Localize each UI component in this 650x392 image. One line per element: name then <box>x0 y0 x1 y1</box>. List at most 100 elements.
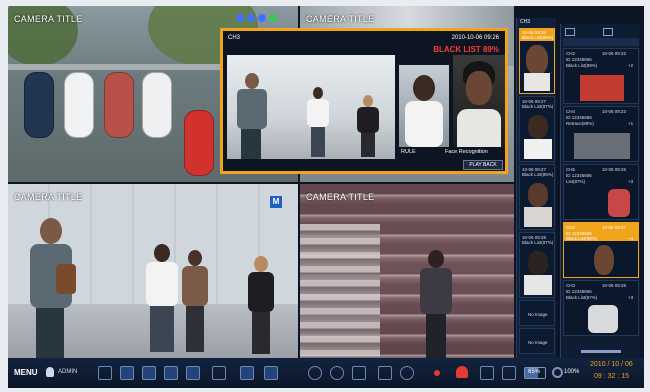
person <box>418 250 454 358</box>
person <box>307 87 329 157</box>
detection-list: CH3 10-06 09:26 Black List(89%) 10-06 09… <box>516 18 556 358</box>
network-icon[interactable] <box>502 366 516 380</box>
disk-icon <box>552 367 563 378</box>
person <box>244 256 278 356</box>
layout-1-button[interactable] <box>120 366 134 380</box>
blacklist-face-image <box>453 55 505 147</box>
event-channel: CH2 <box>566 51 576 56</box>
popup-timestamp: 2010-10-06 09:26 <box>451 35 499 41</box>
face-thumbnail-body <box>524 207 552 227</box>
event-id: ID 12345656 <box>566 57 592 62</box>
event-id: ID 12345656 <box>566 289 592 294</box>
motion-icon <box>247 14 255 22</box>
camera-title: CAMERA TITLE <box>306 192 375 202</box>
settings-icon[interactable] <box>603 28 613 36</box>
face-thumbnail-body <box>524 275 552 295</box>
detection-match: Black List(85%) <box>522 172 554 177</box>
person <box>180 250 210 354</box>
event-count: +3 <box>628 179 634 184</box>
event-button[interactable] <box>264 366 278 380</box>
face-detection-popup[interactable]: CH3 2010-10-06 09:26 BLACK LIST 89% RULE… <box>220 28 508 174</box>
event-item[interactable]: CH2 10-06 09:22 ID 12345656 Black List(8… <box>563 48 639 104</box>
schedule-icon <box>269 14 277 22</box>
event-count: +4 <box>628 236 634 241</box>
menu-button[interactable]: MENU <box>14 368 38 377</box>
face-thumbnail-body <box>524 73 550 91</box>
date-display: 2010 / 10 / 06 <box>590 361 633 368</box>
ptz-icon[interactable] <box>308 366 322 380</box>
side-panel-tabs[interactable] <box>563 38 639 46</box>
detection-item-empty: No Image <box>519 328 555 354</box>
face-thumbnail <box>528 251 548 275</box>
detection-match: Black List(87%) <box>522 104 554 109</box>
event-status: Black List(89%) <box>566 63 598 68</box>
camera-icon[interactable] <box>565 28 575 36</box>
camera-view-3[interactable]: CAMERA TITLE M <box>8 184 298 358</box>
car <box>104 72 134 138</box>
side-panel-scrollbar[interactable] <box>581 350 621 353</box>
layout-4-button[interactable] <box>142 366 156 380</box>
motion-indicator-icon: M <box>270 196 282 208</box>
event-side-panel: CH2 10-06 09:22 ID 12345656 Black List(8… <box>560 24 640 358</box>
popup-channel: CH3 <box>228 35 241 41</box>
vehicle-thumbnail <box>580 75 624 101</box>
detection-item[interactable]: 10-06 09:27 Black List(87%) <box>519 96 555 162</box>
camera-title: CAMERA TITLE <box>306 14 375 24</box>
detection-item[interactable]: 10-06 09:27 Black List(85%) <box>519 164 555 230</box>
side-panel-controls <box>565 28 613 36</box>
shelf-left <box>300 224 380 358</box>
detection-match: Black List(87%) <box>522 240 554 245</box>
event-status: Black List(87%) <box>566 295 598 300</box>
bottom-toolbar: MENU ADMIN 65% 100% 2010 / 10 / 06 09 : … <box>8 358 644 388</box>
event-item[interactable]: CH5 10-06 09:25 ID 12345656 List(87%) +3 <box>563 164 639 220</box>
capture-icon[interactable] <box>352 366 366 380</box>
backup-icon[interactable] <box>480 366 494 380</box>
audio-icon[interactable] <box>378 366 392 380</box>
time-display: 09 : 32 : 15 <box>594 373 630 380</box>
event-item[interactable]: CH4 10-06 09:23 ID 12345656 Retrace(89%)… <box>563 106 639 162</box>
microphone-icon[interactable] <box>400 366 414 380</box>
person <box>237 73 267 159</box>
camera-view-4[interactable]: CAMERA TITLE <box>300 184 514 358</box>
playback-button[interactable]: PLAY BACK <box>463 160 503 170</box>
nvr-screen: CAMERA TITLE CAMERA TITLE CAMERA TITLE M… <box>8 6 644 388</box>
layout-16-button[interactable] <box>186 366 200 380</box>
fullscreen-button[interactable] <box>98 366 112 380</box>
rule-label: RULE <box>401 149 416 155</box>
detection-item[interactable]: 10-06 09:28 Black List(87%) <box>519 232 555 298</box>
freeze-button[interactable] <box>240 366 254 380</box>
event-id: ID 12345656 <box>566 173 592 178</box>
event-item[interactable]: CH3 10-06 09:28 ID 12345656 Black List(8… <box>563 280 639 336</box>
zoom-icon[interactable] <box>330 366 344 380</box>
event-channel: CH5 <box>566 167 576 172</box>
sequence-button[interactable] <box>212 366 226 380</box>
face-thumbnail <box>528 115 548 139</box>
event-item[interactable]: CH3 10-06 09:27 ID 12345656 Black List(8… <box>563 222 639 278</box>
camera-status-icons <box>236 14 277 22</box>
record-icon <box>236 14 244 22</box>
event-time: 10-06 09:25 <box>602 167 627 172</box>
car <box>64 72 94 138</box>
face-thumbnail <box>594 245 614 275</box>
popup-scene-image <box>227 55 395 159</box>
record-icon[interactable] <box>434 370 440 376</box>
detection-item-empty: No Image <box>519 300 555 326</box>
event-count: +3 <box>628 295 634 300</box>
face-thumbnail <box>526 45 548 75</box>
event-time: 10-06 09:23 <box>602 109 627 114</box>
event-channel: CH4 <box>566 109 576 114</box>
event-channel: CH3 <box>566 225 576 230</box>
face-recognition-label: Face Recognition <box>445 149 488 155</box>
event-status: Retrace(89%) <box>566 121 594 126</box>
car <box>24 72 54 138</box>
event-time: 10-06 09:27 <box>602 225 627 230</box>
camera-title: CAMERA TITLE <box>14 192 83 202</box>
event-id: ID 12345656 <box>566 115 592 120</box>
layout-9-button[interactable] <box>164 366 178 380</box>
event-time: 10-06 09:22 <box>602 51 627 56</box>
detection-list-header: CH3 <box>520 19 531 25</box>
alarm-icon[interactable] <box>456 366 468 378</box>
storage-label: 65% <box>528 369 541 375</box>
person <box>26 218 76 358</box>
detection-item[interactable]: 10-06 09:26 Black List(89%) <box>519 28 555 94</box>
